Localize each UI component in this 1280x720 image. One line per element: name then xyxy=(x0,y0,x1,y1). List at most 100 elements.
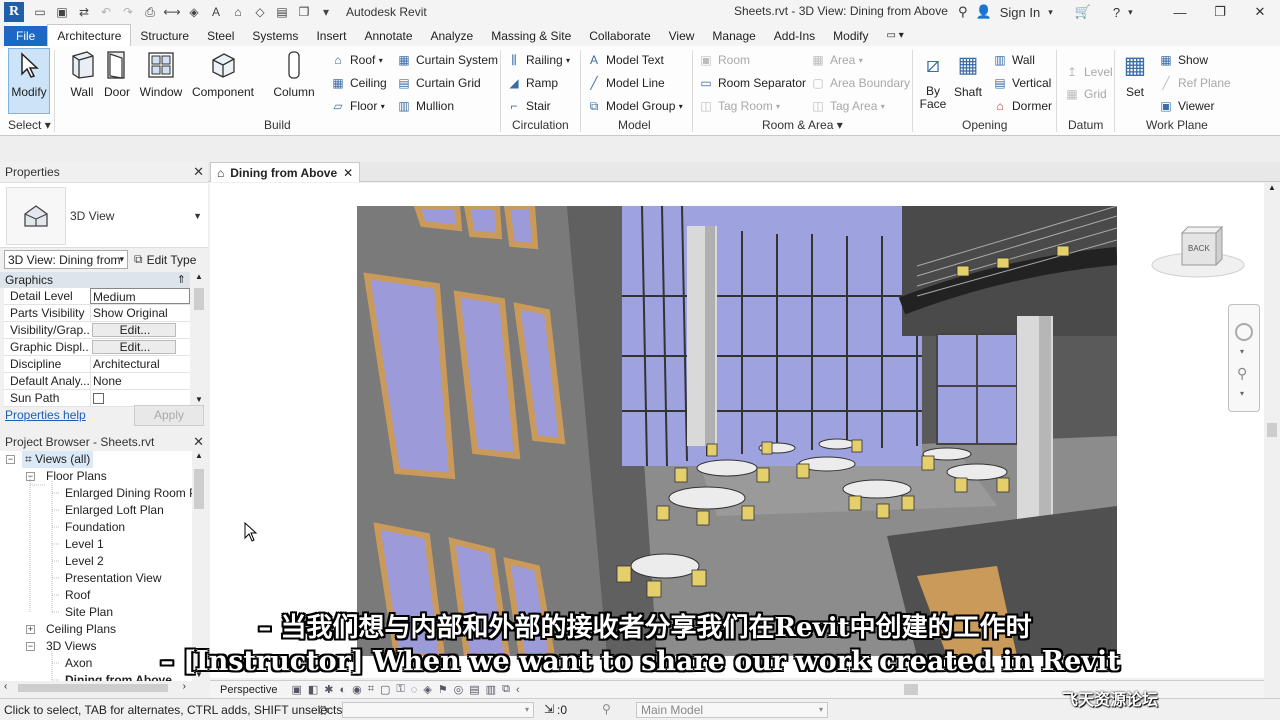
discipline-field[interactable]: Architectural xyxy=(90,356,190,372)
3d-rendered-view[interactable] xyxy=(357,206,1117,656)
tab-add-ins[interactable]: Add-Ins xyxy=(765,26,824,46)
area-button[interactable]: ▦ Area ▾ xyxy=(810,50,862,70)
canvas-hscroll-thumb[interactable] xyxy=(904,684,918,695)
binoculars-icon[interactable]: ⚲ xyxy=(958,4,968,20)
worksharing-icon[interactable]: ⚑ xyxy=(438,683,448,696)
tab-architecture[interactable]: Architecture xyxy=(47,24,132,46)
select-group-label[interactable]: Select ▾ xyxy=(8,118,51,132)
type-selector[interactable]: 3D View ▼ xyxy=(0,182,208,248)
steering-wheel-icon[interactable] xyxy=(1235,323,1253,341)
scroll-up-icon[interactable]: ▲ xyxy=(192,272,206,281)
ribbon-options-icon[interactable]: ▭ ▾ xyxy=(878,26,913,46)
visibility-edit-button[interactable]: Edit... xyxy=(92,323,176,337)
apply-button[interactable]: Apply xyxy=(134,405,204,426)
tree-item[interactable]: Level 1 xyxy=(65,536,104,553)
worksets-icon[interactable]: ⛭ xyxy=(318,702,328,718)
maximize-icon[interactable]: ❐ xyxy=(1200,0,1240,24)
railing-button[interactable]: ⫼ Railing ▾ xyxy=(506,50,570,70)
parts-visibility-field[interactable]: Show Original xyxy=(90,305,190,321)
tree-item[interactable]: Level 2 xyxy=(65,553,104,570)
revit-logo-icon[interactable]: R xyxy=(4,2,24,22)
instance-selector[interactable]: 3D View: Dining from ▾ xyxy=(4,250,128,269)
window-button[interactable]: Window xyxy=(136,49,186,109)
tab-modify[interactable]: Modify xyxy=(824,26,877,46)
viewer-button[interactable]: ▣ Viewer xyxy=(1158,96,1214,116)
scroll-up-icon[interactable]: ▲ xyxy=(1264,183,1280,192)
open-icon[interactable]: ▭ xyxy=(32,4,48,20)
tree-item[interactable]: Foundation xyxy=(65,519,125,536)
tag-area-button[interactable]: ◫ Tag Area ▾ xyxy=(810,96,884,116)
default-analysis-field[interactable]: None xyxy=(90,373,190,389)
display-model-icon[interactable]: ▥ xyxy=(486,683,496,696)
ref-plane-button[interactable]: ╱ Ref Plane xyxy=(1158,73,1230,93)
curtain-system-button[interactable]: ▦ Curtain System xyxy=(396,50,498,70)
room-separator-button[interactable]: ▭ Room Separator xyxy=(698,73,806,93)
tab-massing-site[interactable]: Massing & Site xyxy=(482,26,580,46)
analytical-icon[interactable]: ◎ xyxy=(454,683,464,696)
save-icon[interactable]: ▣ xyxy=(54,4,70,20)
detail-level-field[interactable]: Medium xyxy=(90,288,190,304)
zoom-icon[interactable]: ⚲ xyxy=(1237,365,1247,382)
text-icon[interactable]: A xyxy=(208,4,224,20)
graphic-display-icon[interactable]: ◧ xyxy=(308,683,318,696)
crop-view-icon[interactable]: ⌗ xyxy=(368,683,374,696)
undo-icon[interactable]: ↶ xyxy=(98,4,114,20)
curtain-grid-button[interactable]: ▤ Curtain Grid xyxy=(396,73,480,93)
user-icon[interactable]: 👤 xyxy=(976,4,992,20)
temp-hide-icon[interactable]: ◌ xyxy=(411,684,418,696)
tab-manage[interactable]: Manage xyxy=(703,26,764,46)
ceiling-button[interactable]: ▦ Ceiling xyxy=(330,73,386,93)
graphic-display-edit-button[interactable]: Edit... xyxy=(92,340,176,354)
tree-item[interactable]: Presentation View xyxy=(65,570,162,587)
modify-button[interactable]: Modify xyxy=(8,48,50,114)
close-icon[interactable]: ✕ xyxy=(1240,0,1280,24)
lock-view-icon[interactable]: ⚿ xyxy=(396,683,404,696)
tab-file[interactable]: File xyxy=(4,26,48,46)
tag-icon[interactable]: ◈ xyxy=(186,4,202,20)
redo-icon[interactable]: ↷ xyxy=(120,4,136,20)
measure-icon[interactable]: ⟷ xyxy=(163,4,180,20)
show-work-plane-button[interactable]: ▦ Show xyxy=(1158,50,1208,70)
sync-icon[interactable]: ⇄ xyxy=(76,4,92,20)
roof-button[interactable]: ⌂ Roof ▾ xyxy=(330,50,382,70)
canvas-scrollbar[interactable]: ▲ xyxy=(1264,183,1280,678)
design-option-selector[interactable]: Main Model ▾ xyxy=(636,702,828,718)
model-text-button[interactable]: A Model Text xyxy=(586,50,664,70)
collapse-icon[interactable]: ⇑ xyxy=(177,272,186,288)
chevron-down-icon[interactable]: ▾ xyxy=(1048,7,1053,18)
print-icon[interactable]: ⎙ xyxy=(142,4,158,20)
editable-only-icon[interactable]: ⚲ xyxy=(602,702,611,716)
grid-button[interactable]: ▦ Grid xyxy=(1064,84,1106,104)
workset-selector[interactable]: ▾ xyxy=(342,702,534,718)
help-icon[interactable]: ? xyxy=(1113,5,1120,20)
tag-room-button[interactable]: ◫ Tag Room ▾ xyxy=(698,96,780,116)
component-button[interactable]: Component xyxy=(190,49,256,109)
scroll-up-icon[interactable]: ▲ xyxy=(192,451,206,460)
chevron-down-icon[interactable]: ▾ xyxy=(1240,347,1244,356)
stair-button[interactable]: ⌐ Stair xyxy=(506,96,550,116)
tab-steel[interactable]: Steel xyxy=(198,26,243,46)
set-work-plane-button[interactable]: ▦ Set xyxy=(1116,49,1154,109)
tab-analyze[interactable]: Analyze xyxy=(422,26,483,46)
area-boundary-button[interactable]: ▢ Area Boundary xyxy=(810,73,910,93)
room-area-group-label[interactable]: Room & Area ▾ xyxy=(762,118,843,132)
dormer-button[interactable]: ⌂ Dormer xyxy=(992,96,1052,116)
tab-insert[interactable]: Insert xyxy=(307,26,355,46)
highlight-icon[interactable]: ▤ xyxy=(469,683,479,696)
switch-windows-icon[interactable]: ❐ xyxy=(296,4,312,20)
ramp-button[interactable]: ◢ Ramp xyxy=(506,73,558,93)
properties-scrollbar[interactable]: ▲ ▼ xyxy=(192,272,206,406)
level-button[interactable]: ↥ Level xyxy=(1064,62,1113,82)
close-icon[interactable]: ✕ xyxy=(193,434,204,450)
sign-in-link[interactable]: Sign In xyxy=(1000,5,1040,20)
render-icon[interactable]: ◉ xyxy=(352,683,362,696)
shadows-icon[interactable]: ◐ xyxy=(340,684,347,696)
chevron-down-icon[interactable]: ▼ xyxy=(193,211,202,221)
help-dropdown-icon[interactable]: ▾ xyxy=(1128,7,1133,18)
view-tab-dining-from-above[interactable]: ⌂ Dining from Above ✕ xyxy=(210,162,361,182)
qat-dropdown-icon[interactable]: ▾ xyxy=(318,4,334,20)
room-button[interactable]: ▣ Room xyxy=(698,50,750,70)
reveal-hidden-icon[interactable]: ◈ xyxy=(423,683,431,696)
scroll-left-icon[interactable]: ‹ xyxy=(4,681,7,692)
tree-item[interactable]: Roof xyxy=(65,587,90,604)
